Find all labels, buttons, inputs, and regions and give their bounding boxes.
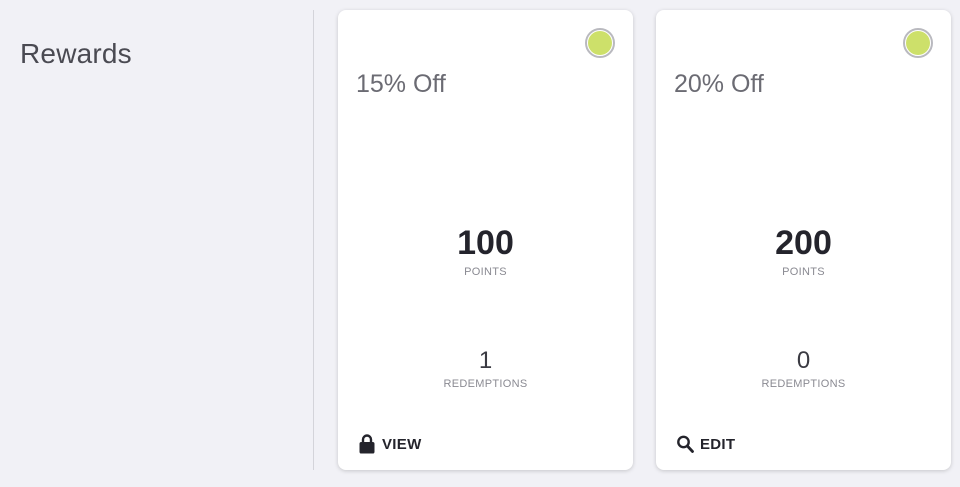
sidebar-divider <box>313 10 314 470</box>
lock-icon <box>359 434 375 454</box>
redemptions-value: 0 <box>796 347 811 374</box>
points-label: POINTS <box>782 266 825 278</box>
points-metric: 100 POINTS <box>338 224 633 278</box>
view-button-label: VIEW <box>382 435 422 453</box>
status-dot-icon <box>588 31 612 55</box>
points-label: POINTS <box>464 266 507 278</box>
redemptions-metric: 1 REDEMPTIONS <box>338 347 633 391</box>
redemptions-label: REDEMPTIONS <box>443 378 528 390</box>
edit-button-label: EDIT <box>700 435 736 453</box>
points-metric: 200 POINTS <box>656 224 951 278</box>
redemptions-label: REDEMPTIONS <box>761 378 846 390</box>
points-value: 200 <box>775 224 832 262</box>
points-value: 100 <box>457 224 514 262</box>
rewards-page: Rewards 15% Off 100 POINTS 1 REDEMPTIONS… <box>0 0 960 487</box>
reward-card: 20% Off 200 POINTS 0 REDEMPTIONS EDIT <box>656 10 951 470</box>
reward-card: 15% Off 100 POINTS 1 REDEMPTIONS VIEW <box>338 10 633 470</box>
edit-button[interactable]: EDIT <box>676 434 735 454</box>
status-indicator <box>903 28 933 58</box>
page-title: Rewards <box>20 38 132 69</box>
reward-name: 15% Off <box>356 70 446 98</box>
status-indicator <box>585 28 615 58</box>
status-dot-icon <box>906 31 930 55</box>
redemptions-metric: 0 REDEMPTIONS <box>656 347 951 391</box>
redemptions-value: 1 <box>478 347 493 374</box>
view-button[interactable]: VIEW <box>358 434 422 454</box>
search-icon <box>677 435 694 453</box>
reward-name: 20% Off <box>674 70 764 98</box>
